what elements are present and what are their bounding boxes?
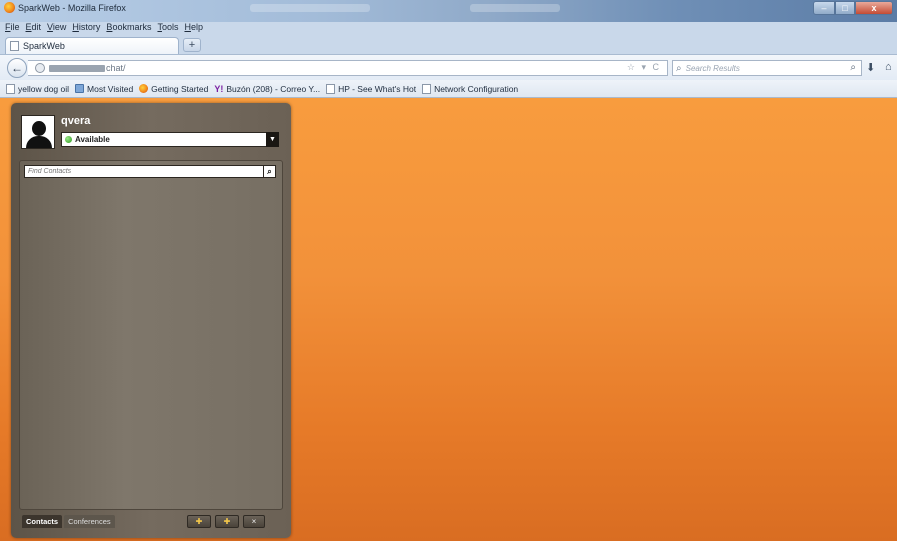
menu-file[interactable]: File — [5, 22, 20, 35]
chevron-down-icon[interactable]: ▼ — [266, 132, 279, 147]
firefox-icon — [139, 84, 149, 93]
sparkweb-panel: qvera Available ▼ ⌕ Contacts Conferences… — [11, 103, 291, 538]
bookmarks-toolbar: yellow dog oil Most Visited Getting Star… — [0, 80, 897, 98]
find-contacts-input[interactable] — [24, 165, 264, 178]
menu-bar: File Edit View History Bookmarks Tools H… — [0, 22, 203, 35]
home-icon[interactable]: ⌂ — [885, 61, 892, 73]
bookmark-getting-started[interactable]: Getting Started — [139, 84, 208, 94]
url-path: chat/ — [106, 63, 126, 73]
user-profile: qvera Available ▼ — [19, 113, 283, 157]
bottom-tabs: Contacts Conferences — [22, 515, 115, 528]
page-content: qvera Available ▼ ⌕ Contacts Conferences… — [0, 98, 897, 541]
username: qvera — [61, 115, 91, 127]
maximize-button[interactable]: □ — [835, 1, 855, 15]
back-button[interactable]: ← — [7, 58, 27, 78]
remove-button[interactable]: × — [243, 515, 265, 528]
menu-tools[interactable]: Tools — [157, 22, 178, 35]
search-bar[interactable]: ⌕ Search Results ⌕ — [672, 60, 862, 76]
tab-contacts[interactable]: Contacts — [22, 515, 63, 528]
bookmark-label: Getting Started — [151, 83, 209, 94]
page-icon — [10, 41, 19, 51]
titlebar-background — [470, 4, 560, 12]
firefox-logo-icon — [4, 2, 15, 13]
menu-bookmarks[interactable]: Bookmarks — [106, 22, 151, 35]
page-icon — [326, 83, 336, 94]
yahoo-icon: Y! — [214, 83, 224, 94]
download-icon[interactable]: ⬇ — [866, 61, 875, 74]
bookmark-buzon[interactable]: Y! Buzón (208) - Correo Y... — [214, 84, 320, 94]
bookmark-label: Most Visited — [87, 83, 134, 94]
bookmark-most-visited[interactable]: Most Visited — [75, 84, 133, 94]
tab-label: SparkWeb — [23, 41, 65, 51]
menu-help[interactable]: Help — [184, 22, 203, 35]
add-group-button[interactable]: ✚ — [215, 515, 239, 528]
minimize-button[interactable]: – — [813, 1, 835, 15]
page-icon — [6, 83, 15, 94]
bookmark-label: Buzón (208) - Correo Y... — [226, 83, 321, 94]
site-identity-icon[interactable] — [35, 63, 45, 73]
window-titlebar: SparkWeb - Mozilla Firefox – □ x — [0, 0, 897, 22]
window-controls: – □ x — [813, 1, 893, 15]
new-tab-button[interactable]: + — [183, 38, 201, 52]
bookmark-label: Network Configuration — [434, 83, 519, 94]
panel-toolbar: ✚ ✚ × — [187, 515, 265, 528]
menu-view[interactable]: View — [47, 22, 66, 35]
tab-conferences[interactable]: Conferences — [64, 515, 115, 528]
menu-edit[interactable]: Edit — [26, 22, 42, 35]
bookmark-yellow-dog-oil[interactable]: yellow dog oil — [6, 83, 70, 94]
avatar — [21, 115, 55, 149]
bookmark-label: HP - See What's Hot — [338, 83, 417, 94]
folder-icon — [75, 84, 85, 93]
bookmark-network-configuration[interactable]: Network Configuration — [422, 83, 519, 94]
status-available-icon — [65, 136, 72, 143]
status-select[interactable]: Available ▼ — [61, 132, 279, 147]
bookmark-label: yellow dog oil — [18, 83, 70, 94]
search-go-icon[interactable]: ⌕ — [850, 62, 856, 73]
contacts-list: ⌕ — [19, 160, 283, 510]
avatar-body — [26, 136, 52, 148]
tab-sparkweb[interactable]: SparkWeb — [5, 37, 179, 54]
menu-history[interactable]: History — [72, 22, 100, 35]
search-placeholder: Search Results — [685, 63, 740, 73]
avatar-head — [32, 121, 46, 136]
window-title: SparkWeb - Mozilla Firefox — [18, 3, 126, 13]
add-contact-button[interactable]: ✚ — [187, 515, 211, 528]
page-icon — [422, 83, 432, 94]
close-window-button[interactable]: x — [855, 1, 893, 15]
bookmark-star-reload-icon[interactable]: ☆ ▾ C — [627, 62, 661, 73]
bookmark-hp[interactable]: HP - See What's Hot — [326, 83, 417, 94]
url-host-redacted — [49, 64, 105, 72]
titlebar-background — [250, 4, 370, 12]
status-label: Available — [75, 135, 110, 144]
url-bar[interactable]: chat/ ☆ ▾ C — [28, 60, 668, 76]
tab-strip: SparkWeb + — [0, 35, 897, 54]
search-engine-icon[interactable]: ⌕ — [676, 63, 682, 74]
search-icon[interactable]: ⌕ — [263, 165, 276, 178]
navigation-bar: ← chat/ ☆ ▾ C ⌕ Search Results ⌕ ⬇ ⌂ — [0, 54, 897, 80]
